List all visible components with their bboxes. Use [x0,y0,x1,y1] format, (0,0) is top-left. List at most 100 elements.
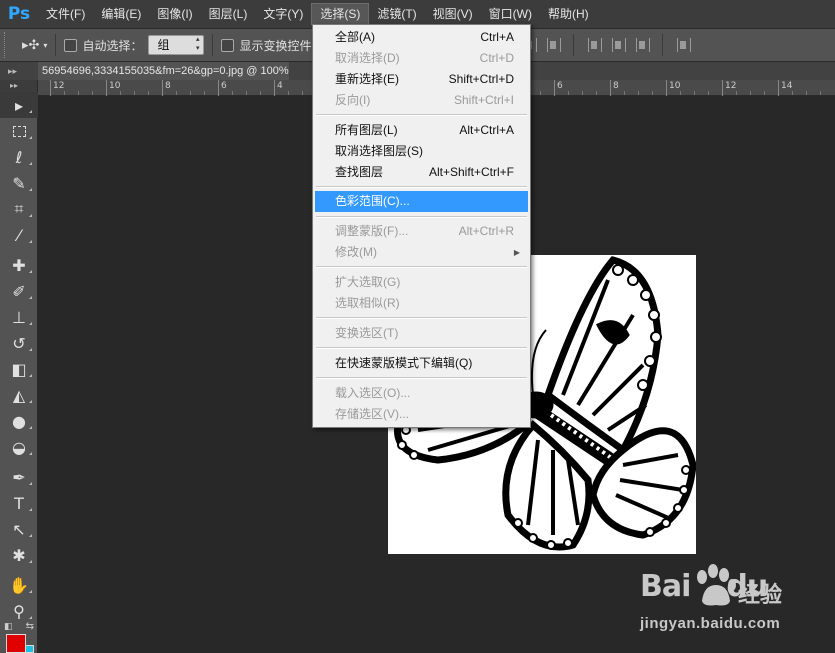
ruler-minor-tick [540,91,541,95]
ruler-minor-tick [638,91,639,95]
shape-tool-icon[interactable]: ✱ [0,542,38,568]
ruler-minor-tick [204,91,205,95]
menu-item-refine-mask[interactable]: 调整蒙版(F)... Alt+Ctrl+R [315,221,528,242]
tools-panel: ▸▸ ▸ ℓ ✎ ⌗ ⁄ ✚ ✐ ⊥ ↺ ◧ ◭ ● ◒ ✒ T ↖ ✱ ✋ ⚲… [0,80,38,653]
menu-item-deselect[interactable]: 取消选择(D) Ctrl+D [315,48,528,69]
menu-item-all[interactable]: 全部(A) Ctrl+A [315,27,528,48]
quick-selection-tool-icon[interactable]: ✎ [0,170,38,196]
ruler-minor-tick [764,91,765,95]
menu-separator [316,114,527,116]
menu-item-modify[interactable]: 修改(M) ▶ [315,242,528,263]
align-hcenter-icon[interactable] [609,36,627,54]
menu-item-shortcut: Shift+Ctrl+I [453,93,514,107]
swap-colors-icon[interactable]: ⇆ [26,621,34,632]
brush-tool-icon[interactable]: ✐ [0,278,38,304]
ruler-tick-label: 12 [53,81,65,91]
menu-item-transform-selection[interactable]: 变换选区(T) [315,323,528,344]
ruler-tick [274,80,275,96]
default-colors-icon[interactable]: ◧ [4,621,13,632]
healing-brush-tool-icon[interactable]: ✚ [0,252,38,278]
select-menu-dropdown: 全部(A) Ctrl+A 取消选择(D) Ctrl+D 重新选择(E) Shift+C… [312,24,531,428]
hand-tool-icon[interactable]: ✋ [0,572,38,598]
show-transform-checkbox[interactable] [221,38,235,52]
menu-item-color-range[interactable]: 色彩范围(C)... [315,191,528,212]
menu-image[interactable]: 图像(I) [149,0,200,28]
ruler-tick-label: 12 [725,81,737,91]
history-brush-tool-icon[interactable]: ↺ [0,330,38,356]
tools-collapse-icon[interactable]: ▸▸ [0,80,37,92]
lasso-tool-icon[interactable]: ℓ [0,144,38,170]
menu-item-inverse[interactable]: 反向(I) Shift+Ctrl+I [315,90,528,111]
collapse-panel-icon[interactable]: ▸▸ [0,62,38,80]
ruler-minor-tick [246,91,247,95]
align-vcenter-icon[interactable] [544,36,562,54]
color-swatches: ◧ ⇆ [4,621,34,653]
menu-item-grow[interactable]: 扩大选取(G) [315,272,528,293]
ruler-tick-label: 6 [221,81,227,91]
eyedropper-tool-icon[interactable]: ⁄ [0,222,38,248]
menu-type[interactable]: 文字(Y) [255,0,311,28]
foreground-color-swatch[interactable] [6,634,26,653]
pen-tool-icon[interactable]: ✒ [0,464,38,490]
ruler-minor-tick [750,91,751,95]
options-grip[interactable] [4,32,12,58]
submenu-arrow-icon: ▶ [513,248,520,257]
auto-select-dropdown[interactable]: 组 [148,35,205,55]
divider [573,34,575,56]
menu-layer[interactable]: 图层(L) [201,0,256,28]
menu-item-find-layers[interactable]: 查找图层 Alt+Shift+Ctrl+F [315,162,528,183]
eraser-tool-icon[interactable]: ◧ [0,356,38,382]
menu-separator [316,347,527,349]
ruler-minor-tick [78,91,79,95]
watermark-url: jingyan.baidu.com [640,615,781,632]
menu-item-deselect-layers[interactable]: 取消选择图层(S) [315,141,528,162]
menu-item-quick-mask[interactable]: 在快速蒙版模式下编辑(Q) [315,353,528,374]
ruler-tick-label: 10 [109,81,121,91]
blur-tool-icon[interactable]: ● [0,408,38,434]
crop-tool-icon[interactable]: ⌗ [0,196,38,222]
menu-item-label: 扩大选取(G) [335,275,401,289]
menu-item-label: 在快速蒙版模式下编辑(Q) [335,356,473,370]
menu-item-all-layers[interactable]: 所有图层(L) Alt+Ctrl+A [315,120,528,141]
ruler-tick-label: 8 [165,81,171,91]
move-tool-icon[interactable]: ▸ [0,92,38,118]
menu-item-shortcut: Ctrl+A [480,30,514,44]
ruler-minor-tick [190,91,191,95]
distribute-icon[interactable] [674,36,692,54]
menu-help[interactable]: 帮助(H) [540,0,597,28]
menu-item-similar[interactable]: 选取相似(R) [315,293,528,314]
ruler-minor-tick [708,91,709,95]
move-tool-preset[interactable]: ▸✣ ▾ [22,37,47,53]
type-tool-icon[interactable]: T [0,490,38,516]
menu-file[interactable]: 文件(F) [38,0,93,28]
ruler-tick [218,80,219,96]
menu-item-shortcut: Alt+Ctrl+A [459,123,514,137]
menu-edit[interactable]: 编辑(E) [93,0,149,28]
ruler-minor-tick [792,91,793,95]
dodge-tool-icon[interactable]: ◒ [0,434,38,460]
clone-stamp-tool-icon[interactable]: ⊥ [0,304,38,330]
path-selection-tool-icon[interactable]: ↖ [0,516,38,542]
menu-item-label: 所有图层(L) [335,123,398,137]
ruler-minor-tick [92,91,93,95]
menu-item-load-selection[interactable]: 载入选区(O)... [315,383,528,404]
marquee-tool-icon[interactable] [0,118,38,144]
document-tab[interactable]: 56954696,3334155035&fm=26&gp=0.jpg @ 100… [38,62,289,80]
menu-item-reselect[interactable]: 重新选择(E) Shift+Ctrl+D [315,69,528,90]
menu-select[interactable]: 选择(S) [311,3,370,25]
menu-item-save-selection[interactable]: 存储选区(V)... [315,404,528,425]
ruler-minor-tick [120,91,121,95]
auto-select-checkbox[interactable] [64,38,78,52]
ruler-minor-tick [64,91,65,95]
ruler-minor-tick [232,91,233,95]
paint-bucket-tool-icon[interactable]: ◭ [0,382,38,408]
align-left-icon[interactable] [585,36,603,54]
ruler-tick-label: 6 [557,81,563,91]
ruler-tick [722,80,723,96]
ruler-minor-tick [596,91,597,95]
menu-item-shortcut: Shift+Ctrl+D [448,72,514,86]
ruler-minor-tick [680,91,681,95]
menu-item-label: 反向(I) [335,93,371,107]
watermark-brand-text: Bai [640,569,691,604]
align-right-icon[interactable] [633,36,651,54]
